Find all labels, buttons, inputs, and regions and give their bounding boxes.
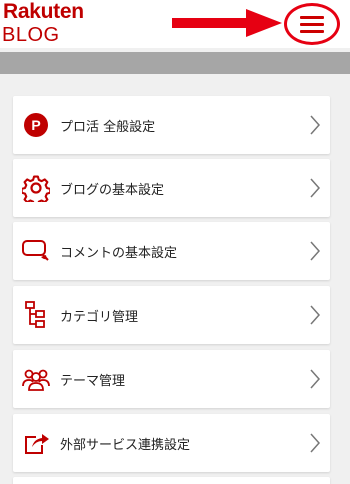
gear-icon: [21, 173, 51, 203]
chevron-right-icon: [310, 241, 321, 261]
menu-item-comment-settings[interactable]: コメントの基本設定: [13, 222, 330, 280]
menu-item-pro-settings[interactable]: P プロ活 全般設定: [13, 96, 330, 154]
pro-katsu-p-icon: P: [21, 110, 51, 140]
share-arrow-icon: [21, 428, 51, 458]
menu-item-label: プロ活 全般設定: [60, 119, 156, 135]
menu-item-partial[interactable]: [13, 477, 330, 484]
chevron-right-icon: [310, 305, 321, 325]
menu-item-label: コメントの基本設定: [60, 245, 178, 261]
chevron-right-icon: [310, 369, 321, 389]
people-group-icon: [21, 364, 51, 394]
comment-bubble-icon: [21, 236, 51, 266]
menu-item-external-service-settings[interactable]: 外部サービス連携設定: [13, 414, 330, 472]
category-tree-icon: [21, 300, 51, 330]
menu-item-label: カテゴリ管理: [60, 309, 139, 325]
app-header: Rakuten BLOG: [0, 0, 350, 48]
hamburger-menu-button[interactable]: [284, 3, 340, 45]
blog-logo[interactable]: BLOG: [2, 24, 60, 46]
menu-item-label: ブログの基本設定: [60, 182, 165, 198]
menu-item-theme-management[interactable]: テーマ管理: [13, 350, 330, 408]
chevron-right-icon: [310, 178, 321, 198]
chevron-right-icon: [310, 433, 321, 453]
hamburger-icon: [300, 12, 324, 37]
annotation-arrow-icon: [172, 9, 282, 37]
menu-item-label: 外部サービス連携設定: [60, 437, 191, 453]
menu-item-blog-basic-settings[interactable]: ブログの基本設定: [13, 159, 330, 217]
svg-text:P: P: [31, 117, 40, 133]
chevron-right-icon: [310, 115, 321, 135]
menu-item-category-management[interactable]: カテゴリ管理: [13, 286, 330, 344]
rakuten-logo[interactable]: Rakuten: [3, 0, 84, 24]
header-divider-bar: [0, 52, 350, 74]
menu-item-label: テーマ管理: [60, 373, 126, 389]
